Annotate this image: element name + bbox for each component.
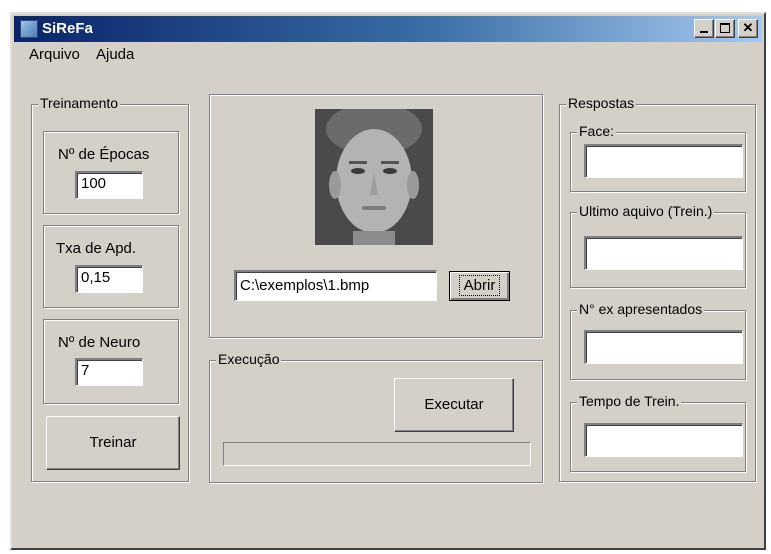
maximize-button[interactable] (715, 19, 735, 38)
maximize-icon (720, 23, 730, 33)
tempo-output[interactable] (584, 423, 743, 457)
epocas-label: Nº de Épocas (58, 146, 150, 163)
exemplos-label: N° ex apresentados (577, 301, 705, 317)
face-photo-icon (315, 109, 433, 245)
minimize-icon (700, 31, 708, 33)
app-window: SiReFa ✕ Arquivo Ajuda Treinamento Nº de… (10, 12, 766, 550)
close-icon: ✕ (742, 20, 754, 35)
face-label: Face: (577, 123, 617, 139)
menu-bar: Arquivo Ajuda (14, 42, 762, 66)
menu-arquivo[interactable]: Arquivo (29, 46, 80, 63)
execucao-progress-bar (223, 442, 531, 466)
window-title: SiReFa (42, 20, 93, 37)
face-output[interactable] (584, 144, 743, 178)
ultimo-arquivo-label: Ultimo aquivo (Trein.) (577, 203, 715, 219)
execucao-legend: Execução (216, 351, 282, 367)
abrir-label: Abrir (458, 275, 501, 296)
app-icon (20, 20, 38, 38)
treinamento-legend: Treinamento (38, 95, 121, 111)
executar-button[interactable]: Executar (394, 378, 514, 432)
title-bar[interactable]: SiReFa ✕ (14, 16, 762, 42)
face-image (315, 109, 433, 245)
exemplos-output[interactable] (584, 330, 743, 364)
ultimo-arquivo-output[interactable] (584, 236, 743, 270)
epocas-input[interactable]: 100 (75, 171, 143, 199)
neuro-label: Nº de Neuro (58, 334, 141, 351)
taxa-input[interactable]: 0,15 (75, 265, 143, 293)
taxa-label: Txa de Apd. (56, 240, 137, 257)
neuro-input[interactable]: 7 (75, 358, 143, 386)
tempo-label: Tempo de Trein. (577, 393, 682, 409)
treinar-button[interactable]: Treinar (46, 416, 180, 470)
menu-ajuda[interactable]: Ajuda (96, 46, 134, 63)
respostas-legend: Respostas (566, 95, 637, 111)
abrir-button[interactable]: Abrir (449, 271, 510, 301)
close-button[interactable]: ✕ (738, 19, 758, 38)
image-path-input[interactable]: C:\exemplos\1.bmp (234, 270, 437, 301)
minimize-button[interactable] (694, 19, 714, 38)
